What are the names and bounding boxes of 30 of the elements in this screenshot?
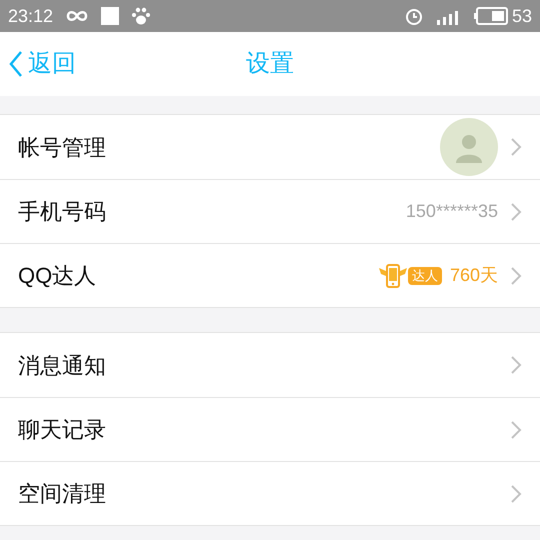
row-label: QQ达人: [18, 262, 98, 290]
settings-row[interactable]: 手机号码 150******35: [0, 179, 540, 243]
chevron-right-icon: [510, 484, 522, 504]
battery-icon: [474, 7, 508, 25]
talent-badge: 达人: [408, 266, 442, 284]
row-label: 帐号管理: [18, 134, 107, 162]
settings-row[interactable]: 聊天记录: [0, 397, 540, 461]
chevron-right-icon: [510, 137, 522, 157]
chevron-right-icon: [510, 355, 522, 375]
row-label: 手机号码: [18, 198, 107, 226]
alarm-clock-icon: [404, 6, 424, 26]
row-label: 聊天记录: [18, 416, 107, 444]
infinity-icon: [65, 9, 90, 23]
chevron-right-icon: [510, 202, 522, 222]
paw-icon: [131, 6, 152, 26]
row-label: 空间清理: [18, 480, 107, 508]
chevron-right-icon: [510, 266, 522, 286]
status-time: 23:12: [8, 4, 54, 28]
settings-row[interactable]: QQ达人 达人 760天: [0, 243, 540, 307]
battery-level: 53: [512, 4, 532, 28]
phone-number: 150******35: [406, 200, 498, 223]
settings-row[interactable]: 空间清理: [0, 461, 540, 525]
app-notification-icon: [101, 7, 120, 25]
winged-phone-icon: [378, 262, 408, 290]
page-title: 设置: [246, 49, 294, 79]
days-count: 760天: [450, 264, 498, 287]
settings-row[interactable]: 消息通知: [0, 333, 540, 397]
settings-row[interactable]: 帐号管理: [0, 115, 540, 179]
chevron-right-icon: [510, 420, 522, 440]
row-label: 消息通知: [18, 352, 107, 380]
